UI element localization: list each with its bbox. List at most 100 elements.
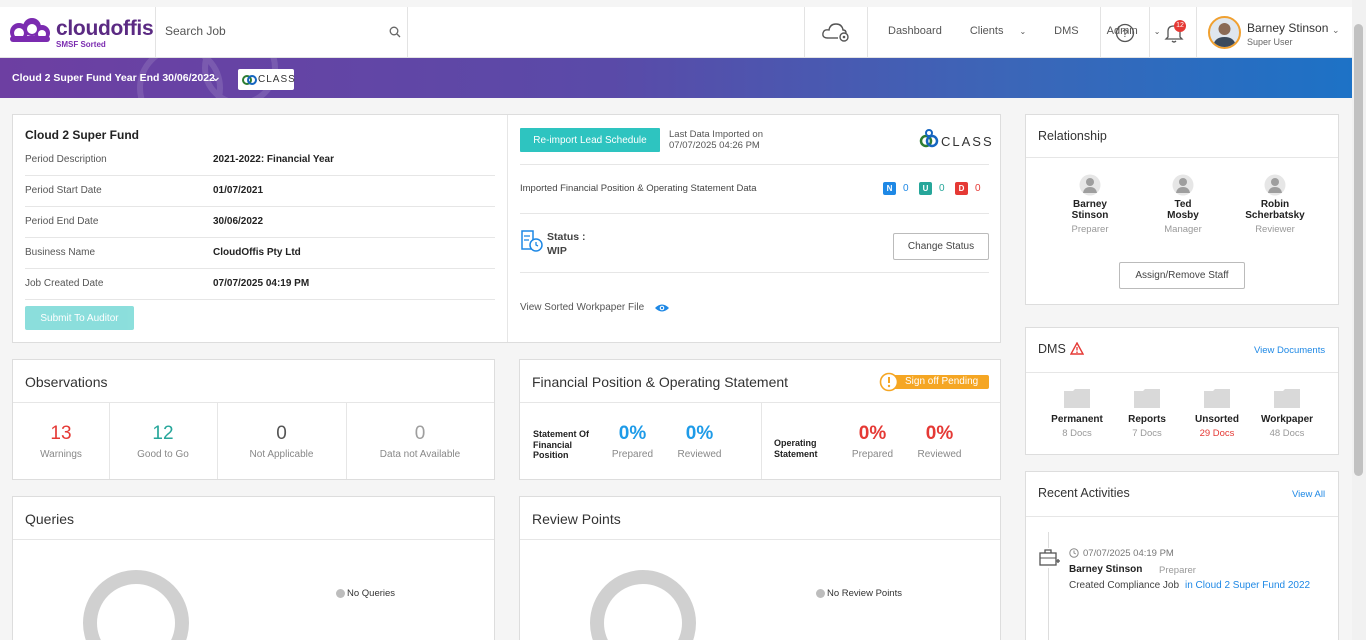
relationship-person-manager: Ted Mosby Manager: [1148, 174, 1218, 235]
last-imported-value: 07/07/2025 04:26 PM: [669, 140, 760, 151]
nav-dms[interactable]: DMS: [1054, 25, 1092, 37]
person-role: Manager: [1164, 224, 1202, 235]
folder-unsorted[interactable]: Unsorted 29 Docs: [1182, 388, 1252, 439]
financial-position-card: Financial Position & Operating Statement…: [519, 359, 1001, 480]
class-logo: CLASS: [918, 127, 996, 151]
good-to-go-count[interactable]: 12: [109, 423, 217, 445]
divider: [1026, 516, 1338, 517]
relationship-card: Relationship Barney Stinson Preparer Ted…: [1025, 114, 1339, 305]
help-icon: ?: [1115, 23, 1135, 43]
info-label: Job Created Date: [25, 278, 104, 289]
search-icon[interactable]: [389, 26, 401, 38]
status-document-icon: [521, 230, 543, 252]
queries-donut-chart: [83, 570, 189, 640]
info-row-business-name: Business Name CloudOffis Pty Ltd: [25, 238, 495, 269]
new-count-badge: N: [883, 182, 896, 195]
review-points-title: Review Points: [532, 511, 621, 527]
person-first-name: Ted: [1174, 199, 1192, 210]
fund-year-selector[interactable]: Cloud 2 Super Fund Year End 30/06/2022: [12, 72, 215, 84]
nav-dashboard[interactable]: Dashboard: [888, 25, 956, 37]
chevron-down-icon[interactable]: ⌄: [210, 68, 222, 85]
info-value: 01/07/2021: [213, 185, 264, 196]
info-value: CloudOffis Pty Ltd: [213, 247, 301, 258]
statement-financial-position-label: Statement Of Financial Position: [533, 429, 590, 460]
info-value: 30/06/2022: [213, 216, 264, 227]
info-label: Period Description: [25, 154, 107, 165]
person-last-name: Stinson: [1071, 210, 1109, 221]
folder-doc-count: 29 Docs: [1199, 428, 1235, 439]
deleted-count-badge: D: [955, 182, 968, 195]
relationship-person-preparer: Barney Stinson Preparer: [1055, 174, 1125, 235]
activity-action: Created Compliance Job: [1069, 580, 1180, 591]
user-avatar-icon: [1213, 23, 1236, 47]
view-documents-link[interactable]: View Documents: [1254, 345, 1325, 356]
scrollbar-thumb[interactable]: [1354, 24, 1363, 476]
info-value: 2021-2022: Financial Year: [213, 154, 335, 165]
view-workpaper-link[interactable]: View Sorted Workpaper File: [520, 302, 644, 313]
activity-user-role: Preparer: [1159, 565, 1196, 576]
divider: [520, 164, 989, 165]
info-label: Period End Date: [25, 216, 99, 227]
divider: [13, 539, 494, 540]
queries-card: Queries No Queries: [12, 496, 495, 640]
folder-doc-count: 7 Docs: [1132, 428, 1162, 439]
cloudoffis-logo[interactable]: cloudoffis SMSF Sorted: [6, 16, 154, 50]
cloudoffis-logo-icon: [10, 18, 50, 42]
view-all-link[interactable]: View All: [1292, 489, 1325, 500]
not-applicable-count[interactable]: 0: [217, 423, 346, 445]
page-scrollbar[interactable]: [1352, 0, 1366, 640]
divider: [507, 115, 508, 342]
avatar: [1208, 16, 1241, 49]
divider: [1026, 372, 1338, 373]
legend-dot: [336, 589, 345, 598]
fund-banner: Cloud 2 Super Fund Year End 30/06/2022 ⌄…: [0, 58, 1352, 98]
folder-permanent[interactable]: Permanent 8 Docs: [1042, 388, 1112, 439]
search-job-input[interactable]: [165, 24, 375, 38]
queries-title: Queries: [25, 511, 75, 527]
folder-workpaper[interactable]: Workpaper 48 Docs: [1252, 388, 1322, 439]
dms-card: DMS View Documents Permanent 8 Docs Repo…: [1025, 327, 1339, 455]
warnings-count[interactable]: 13: [13, 423, 109, 445]
help-button[interactable]: ?: [1100, 7, 1149, 58]
nav-dms-label: DMS: [1054, 25, 1079, 37]
divider: [1026, 157, 1338, 158]
logo-wordmark: cloudoffis: [56, 17, 154, 40]
user-menu[interactable]: Barney Stinson Super User ⌄: [1208, 16, 1352, 50]
legend-dot: [816, 589, 825, 598]
reimport-lead-schedule-button[interactable]: Re-import Lead Schedule: [520, 128, 660, 152]
nav-clients[interactable]: Clients ⌄: [970, 25, 1040, 37]
review-points-donut-chart: [590, 570, 696, 640]
folder-reports[interactable]: Reports 7 Docs: [1112, 388, 1182, 439]
person-role: Reviewer: [1255, 224, 1295, 235]
data-not-available-count[interactable]: 0: [346, 423, 494, 445]
chevron-down-icon: ⌄: [1019, 26, 1027, 36]
folder-icon: [1204, 389, 1230, 408]
deleted-count: 0: [975, 183, 981, 194]
sfp-prepared-label: Prepared: [611, 449, 654, 460]
cloud-settings-button[interactable]: [804, 7, 868, 58]
submit-to-auditor-button[interactable]: Submit To Auditor: [25, 306, 134, 330]
sign-off-pending-badge: Sign off Pending: [879, 372, 989, 392]
class-logo-icon: [919, 129, 939, 148]
observations-card: Observations 13 Warnings 12 Good to Go 0…: [12, 359, 495, 480]
data-not-available-label: Data not Available: [379, 449, 461, 460]
class-logo-text: CLASS: [258, 74, 296, 85]
notifications-button[interactable]: 12: [1149, 7, 1197, 58]
divider: [520, 272, 989, 273]
top-navigation-bar: cloudoffis SMSF Sorted Dashboard Clients…: [0, 7, 1352, 58]
change-status-button[interactable]: Change Status: [893, 233, 989, 260]
person-avatar-icon: [1172, 174, 1194, 196]
briefcase-add-icon: [1039, 548, 1061, 568]
activity-context-link[interactable]: in Cloud 2 Super Fund 2022: [1185, 580, 1310, 591]
chevron-down-icon: ⌄: [1332, 25, 1340, 35]
review-points-legend: No Review Points: [827, 588, 902, 599]
folder-icon: [1064, 389, 1090, 408]
new-count: 0: [903, 183, 909, 194]
recent-activities-card: Recent Activities View All 07/07/2025 04…: [1025, 471, 1339, 640]
os-prepared-percent: 0%: [858, 423, 887, 444]
eye-icon[interactable]: [654, 303, 670, 313]
info-label: Period Start Date: [25, 185, 102, 196]
folder-icon: [1134, 389, 1160, 408]
assign-remove-staff-button[interactable]: Assign/Remove Staff: [1119, 262, 1245, 289]
cloud-settings-icon: [822, 23, 849, 42]
